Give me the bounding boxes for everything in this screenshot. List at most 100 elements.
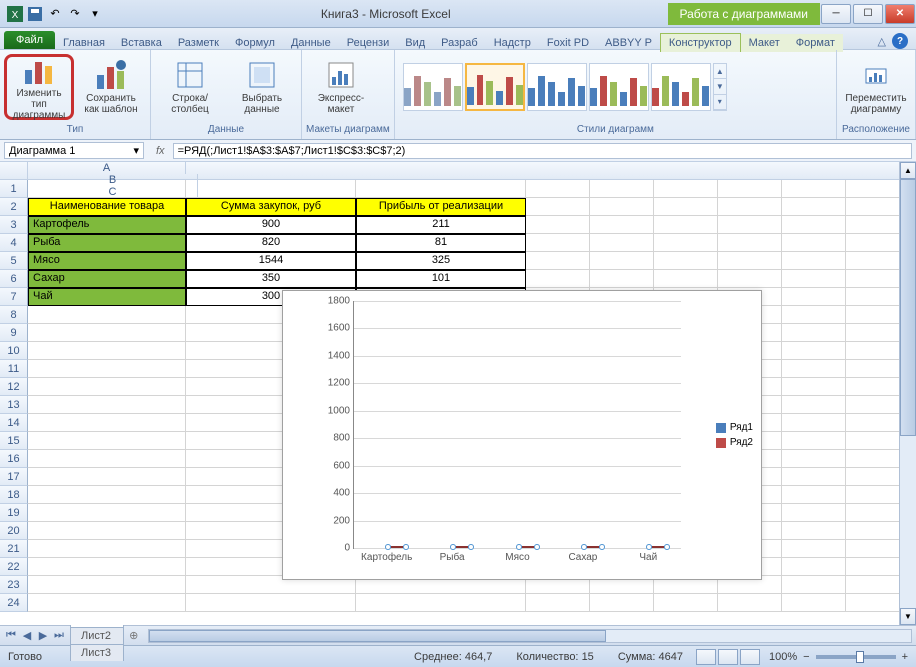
row-header-17[interactable]: 17 (0, 468, 28, 486)
select-all-corner[interactable] (0, 162, 28, 179)
cell-H9[interactable] (782, 324, 846, 342)
scroll-up-icon[interactable]: ▲ (900, 162, 916, 179)
cell-B3[interactable]: 900 (186, 216, 356, 234)
cell-E24[interactable] (590, 594, 654, 612)
cell-A11[interactable] (28, 360, 186, 378)
cell-A7[interactable]: Чай (28, 288, 186, 306)
cell-H2[interactable] (782, 198, 846, 216)
select-data-button[interactable]: Выбрать данные (227, 54, 297, 120)
row-header-23[interactable]: 23 (0, 576, 28, 594)
fx-icon[interactable]: fx (148, 145, 173, 157)
minimize-button[interactable]: ─ (821, 4, 851, 24)
row-header-21[interactable]: 21 (0, 540, 28, 558)
cell-G6[interactable] (718, 270, 782, 288)
cell-F2[interactable] (654, 198, 718, 216)
row-header-13[interactable]: 13 (0, 396, 28, 414)
cell-D6[interactable] (526, 270, 590, 288)
cell-H21[interactable] (782, 540, 846, 558)
cell-A16[interactable] (28, 450, 186, 468)
cell-H4[interactable] (782, 234, 846, 252)
cell-F3[interactable] (654, 216, 718, 234)
sheet-nav-first-icon[interactable]: ⏮ (4, 629, 18, 642)
sheet-tab-Лист3[interactable]: Лист3 (70, 644, 124, 661)
cell-C1[interactable] (356, 180, 526, 198)
tab-file[interactable]: Файл (4, 31, 55, 49)
cell-F24[interactable] (654, 594, 718, 612)
cell-B24[interactable] (186, 594, 356, 612)
cell-H10[interactable] (782, 342, 846, 360)
gallery-scroll[interactable]: ▲▼▾ (713, 63, 727, 111)
row-header-12[interactable]: 12 (0, 378, 28, 396)
cell-F4[interactable] (654, 234, 718, 252)
cell-A21[interactable] (28, 540, 186, 558)
cell-H15[interactable] (782, 432, 846, 450)
row-header-8[interactable]: 8 (0, 306, 28, 324)
hscroll-thumb[interactable] (149, 630, 606, 642)
chart-style-2[interactable] (465, 63, 525, 111)
row-header-4[interactable]: 4 (0, 234, 28, 252)
chart-style-5[interactable] (651, 63, 711, 111)
cell-C6[interactable]: 101 (356, 270, 526, 288)
cell-A17[interactable] (28, 468, 186, 486)
sheet-tab-Лист2[interactable]: Лист2 (70, 627, 124, 644)
row-header-3[interactable]: 3 (0, 216, 28, 234)
cell-A15[interactable] (28, 432, 186, 450)
row-header-24[interactable]: 24 (0, 594, 28, 612)
cell-A23[interactable] (28, 576, 186, 594)
cell-E5[interactable] (590, 252, 654, 270)
cell-D5[interactable] (526, 252, 590, 270)
column-header-A[interactable]: A (28, 162, 186, 174)
cell-C2[interactable]: Прибыль от реализации (356, 198, 526, 216)
bar-Ряд2-Картофель[interactable] (387, 546, 407, 548)
row-header-10[interactable]: 10 (0, 342, 28, 360)
cell-F1[interactable] (654, 180, 718, 198)
cell-A22[interactable] (28, 558, 186, 576)
cell-H20[interactable] (782, 522, 846, 540)
cell-F5[interactable] (654, 252, 718, 270)
sheet-nav-prev-icon[interactable]: ◀ (20, 629, 34, 642)
qat-dropdown-icon[interactable]: ▾ (86, 5, 104, 23)
cell-B1[interactable] (186, 180, 356, 198)
cell-G24[interactable] (718, 594, 782, 612)
cell-D4[interactable] (526, 234, 590, 252)
cell-A18[interactable] (28, 486, 186, 504)
cell-D24[interactable] (526, 594, 590, 612)
cell-D1[interactable] (526, 180, 590, 198)
cell-H19[interactable] (782, 504, 846, 522)
cell-A6[interactable]: Сахар (28, 270, 186, 288)
cell-G5[interactable] (718, 252, 782, 270)
row-header-7[interactable]: 7 (0, 288, 28, 306)
cell-H13[interactable] (782, 396, 846, 414)
save-as-template-button[interactable]: Сохранить как шаблон (76, 54, 146, 120)
cell-E6[interactable] (590, 270, 654, 288)
cell-A1[interactable] (28, 180, 186, 198)
cell-H24[interactable] (782, 594, 846, 612)
cell-H12[interactable] (782, 378, 846, 396)
bar-Ряд2-Мясо[interactable] (518, 546, 538, 548)
cell-H18[interactable] (782, 486, 846, 504)
zoom-out-icon[interactable]: − (803, 651, 809, 663)
row-header-14[interactable]: 14 (0, 414, 28, 432)
name-box-dropdown-icon[interactable]: ▾ (133, 144, 139, 157)
cell-D3[interactable] (526, 216, 590, 234)
cell-H5[interactable] (782, 252, 846, 270)
view-normal-button[interactable] (696, 649, 716, 665)
cell-F6[interactable] (654, 270, 718, 288)
cell-E2[interactable] (590, 198, 654, 216)
chart-style-4[interactable] (589, 63, 649, 111)
row-header-5[interactable]: 5 (0, 252, 28, 270)
chart-style-3[interactable] (527, 63, 587, 111)
minimize-ribbon-icon[interactable]: △ (878, 35, 886, 48)
chart-legend[interactable]: Ряд1Ряд2 (716, 418, 753, 452)
cell-A3[interactable]: Картофель (28, 216, 186, 234)
row-header-9[interactable]: 9 (0, 324, 28, 342)
row-header-16[interactable]: 16 (0, 450, 28, 468)
row-header-6[interactable]: 6 (0, 270, 28, 288)
redo-icon[interactable]: ↷ (66, 5, 84, 23)
cell-G2[interactable] (718, 198, 782, 216)
bar-Ряд2-Чай[interactable] (648, 546, 668, 548)
name-box[interactable]: Диаграмма 1 ▾ (4, 142, 144, 159)
zoom-handle[interactable] (856, 651, 864, 663)
switch-row-column-button[interactable]: Строка/столбец (155, 54, 225, 120)
bar-Ряд2-Сахар[interactable] (583, 546, 603, 548)
